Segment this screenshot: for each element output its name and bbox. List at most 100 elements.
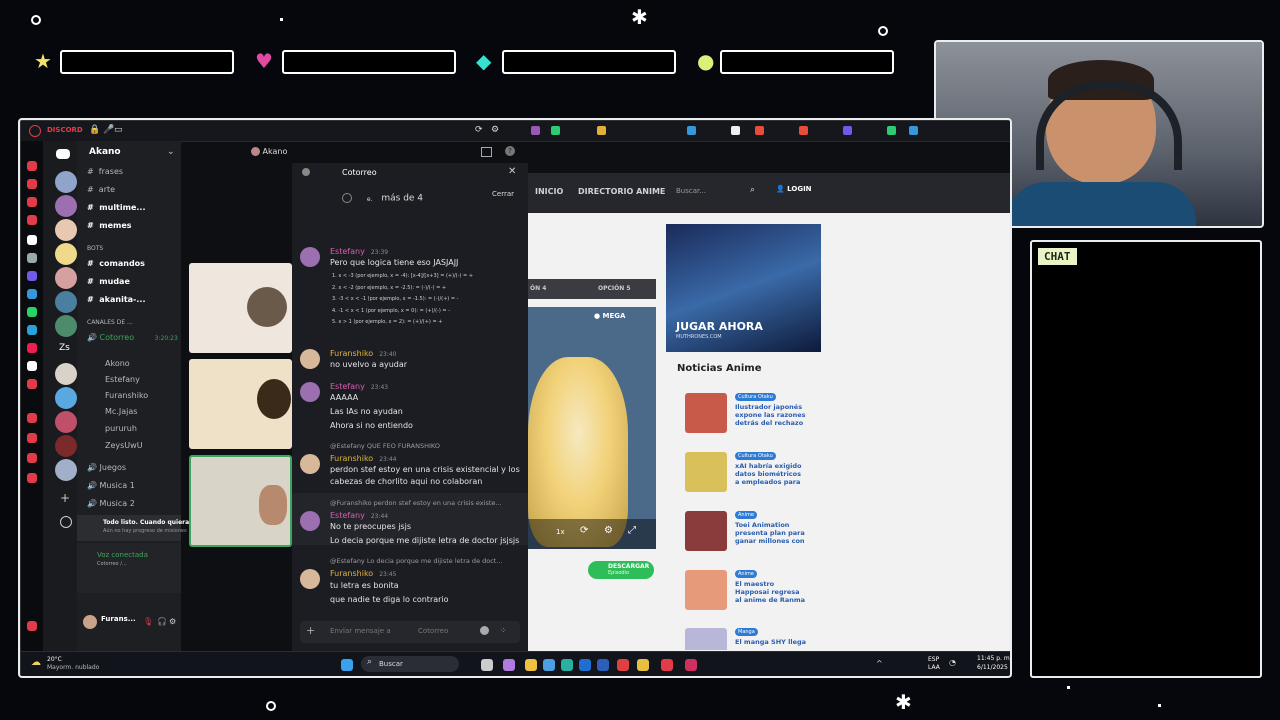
category-voice[interactable]: CANALES DE ... bbox=[87, 319, 133, 326]
message-avatar[interactable] bbox=[300, 511, 320, 531]
message-avatar[interactable] bbox=[300, 569, 320, 589]
add-attachment-icon[interactable]: + bbox=[306, 624, 315, 637]
news-item[interactable]: Cultura Otaku Ilustrador japonés expone … bbox=[685, 393, 815, 453]
app-icon[interactable] bbox=[27, 379, 37, 389]
discord-home-icon[interactable] bbox=[56, 149, 70, 159]
message-author[interactable]: Furanshiko 23:44 bbox=[330, 454, 397, 463]
channel-comandos[interactable]: # comandos bbox=[87, 259, 145, 268]
server-icon[interactable] bbox=[55, 411, 77, 433]
message-author[interactable]: Furanshiko 23:45 bbox=[330, 569, 397, 578]
server-icon[interactable] bbox=[55, 459, 77, 481]
server-icon[interactable] bbox=[55, 243, 77, 265]
server-header[interactable]: Akano ⌄ bbox=[89, 147, 175, 157]
server-icon[interactable] bbox=[55, 387, 77, 409]
channel-arte[interactable]: # arte bbox=[87, 185, 115, 194]
voice-user[interactable]: Akono bbox=[105, 359, 130, 368]
store-icon[interactable] bbox=[543, 659, 555, 671]
inbox-icon[interactable] bbox=[481, 147, 492, 157]
browser-extension-icon[interactable] bbox=[531, 126, 540, 135]
app-icon[interactable] bbox=[27, 307, 37, 317]
app-icon[interactable] bbox=[27, 473, 37, 483]
app-icon[interactable] bbox=[27, 621, 37, 631]
browser-extension-icon[interactable] bbox=[909, 126, 918, 135]
browser-extension-icon[interactable] bbox=[887, 126, 896, 135]
app-icon[interactable] bbox=[27, 413, 37, 423]
clock-time[interactable]: 11:45 p. m. bbox=[977, 655, 1011, 662]
category-bots[interactable]: BOTS bbox=[87, 245, 103, 252]
app-icon[interactable] bbox=[27, 453, 37, 463]
add-server-button[interactable]: + bbox=[60, 491, 70, 505]
message-avatar[interactable] bbox=[300, 247, 320, 267]
message-author[interactable]: Furanshiko 23:40 bbox=[330, 349, 397, 358]
help-icon[interactable]: ? bbox=[505, 146, 515, 156]
browser-extension-icon[interactable] bbox=[597, 126, 606, 135]
server-icon[interactable] bbox=[55, 291, 77, 313]
chrome-icon[interactable] bbox=[637, 659, 649, 671]
voice-channel-cotorreo[interactable]: 🔊 Cotorreo 3:20:23 bbox=[87, 333, 178, 342]
emoji-icon[interactable] bbox=[480, 626, 489, 635]
server-icon[interactable] bbox=[55, 435, 77, 457]
message-avatar[interactable] bbox=[300, 349, 320, 369]
news-item[interactable]: Anime El maestro Happosai regresa al ani… bbox=[685, 570, 815, 630]
browser-extension-icon[interactable] bbox=[731, 126, 740, 135]
search-input[interactable]: Buscar... ⌕ bbox=[670, 183, 762, 201]
app-icon[interactable] bbox=[27, 253, 37, 263]
option-tab[interactable]: ÓN 4 bbox=[530, 285, 546, 292]
video-tile[interactable] bbox=[189, 359, 292, 449]
task-view-icon[interactable] bbox=[481, 659, 493, 671]
browser-extension-icon[interactable] bbox=[755, 126, 764, 135]
voice-user[interactable]: ZeysUwU bbox=[105, 441, 143, 450]
browser-extension-icon[interactable] bbox=[843, 126, 852, 135]
outlook-icon[interactable] bbox=[579, 659, 591, 671]
settings-icon[interactable]: ⚙ bbox=[604, 525, 613, 536]
reload-icon[interactable]: ⟳ bbox=[475, 125, 483, 135]
app-icon[interactable] bbox=[27, 343, 37, 353]
app-icon[interactable] bbox=[617, 659, 629, 671]
voice-user[interactable]: Furanshiko bbox=[105, 391, 148, 400]
wifi-icon[interactable]: ◔ bbox=[949, 658, 956, 667]
server-icon[interactable] bbox=[55, 315, 77, 337]
poll-radio[interactable] bbox=[342, 193, 352, 203]
video-player[interactable]: ● MEGA 1x ⟳ ⚙ ⤢ bbox=[528, 307, 656, 549]
browser-extension-icon[interactable] bbox=[799, 126, 808, 135]
app-icon[interactable] bbox=[27, 325, 37, 335]
server-icon[interactable]: Zs bbox=[59, 343, 70, 353]
activity-card[interactable]: Todo listo. Cuando quieras... Aún no hay… bbox=[77, 515, 200, 541]
start-icon[interactable] bbox=[341, 659, 353, 671]
poll-option[interactable]: e. más de 4 bbox=[342, 193, 423, 204]
channel-multimedia[interactable]: # multime... bbox=[87, 203, 146, 212]
reply-preview[interactable]: @Estefany Lo decia porque me dijiste let… bbox=[330, 557, 503, 565]
news-item[interactable]: Cultura Otaku xAI habría exigido datos b… bbox=[685, 452, 815, 512]
ad-banner[interactable]: JUGAR AHORA MUTHRONES.COM bbox=[666, 224, 821, 352]
nav-directorio[interactable]: DIRECTORIO ANIME bbox=[578, 187, 665, 196]
channel-mudae[interactable]: # mudae bbox=[87, 277, 130, 286]
voice-channel[interactable]: 🔊 Juegos bbox=[87, 463, 126, 472]
channel-frases[interactable]: # frases bbox=[87, 167, 123, 176]
search-icon[interactable]: ⌕ bbox=[750, 185, 755, 195]
news-item[interactable]: Anime Toei Animation presenta plan para … bbox=[685, 511, 815, 571]
mute-mic-icon[interactable]: 🎙 bbox=[143, 617, 153, 626]
login-button[interactable]: 👤 LOGIN bbox=[776, 185, 812, 193]
file-explorer-icon[interactable] bbox=[525, 659, 537, 671]
opera-icon[interactable] bbox=[661, 659, 673, 671]
channel-memes[interactable]: # memes bbox=[87, 221, 132, 230]
reply-preview[interactable]: @Estefany QUE FEO FURANSHIKO bbox=[330, 442, 440, 450]
settings-gear-icon[interactable]: ⚙ bbox=[169, 617, 176, 626]
app-icon[interactable] bbox=[27, 271, 37, 281]
voice-user[interactable]: Mc.Jajas bbox=[105, 407, 137, 416]
word-icon[interactable] bbox=[597, 659, 609, 671]
video-tile-speaking[interactable] bbox=[189, 455, 292, 547]
server-icon[interactable] bbox=[55, 363, 77, 385]
loop-icon[interactable]: ⟳ bbox=[580, 525, 588, 536]
voice-user[interactable]: pururuh bbox=[105, 424, 137, 433]
server-icon[interactable] bbox=[55, 219, 77, 241]
discover-icon[interactable] bbox=[60, 516, 72, 528]
news-item[interactable]: Manga El manga SHY llega bbox=[685, 628, 815, 650]
option-tab[interactable]: OPCIÓN 5 bbox=[598, 285, 631, 292]
channel-akanita[interactable]: # akanita-... bbox=[87, 295, 146, 304]
server-icon[interactable] bbox=[55, 267, 77, 289]
message-input[interactable]: + Enviar mensaje a Cotorreo ⁘ bbox=[300, 621, 520, 643]
weather-icon[interactable]: ☁ bbox=[31, 657, 41, 668]
message-author[interactable]: Estefany 23:44 bbox=[330, 511, 388, 520]
reply-preview[interactable]: @Furanshiko perdon stef estoy en una cri… bbox=[330, 499, 502, 507]
